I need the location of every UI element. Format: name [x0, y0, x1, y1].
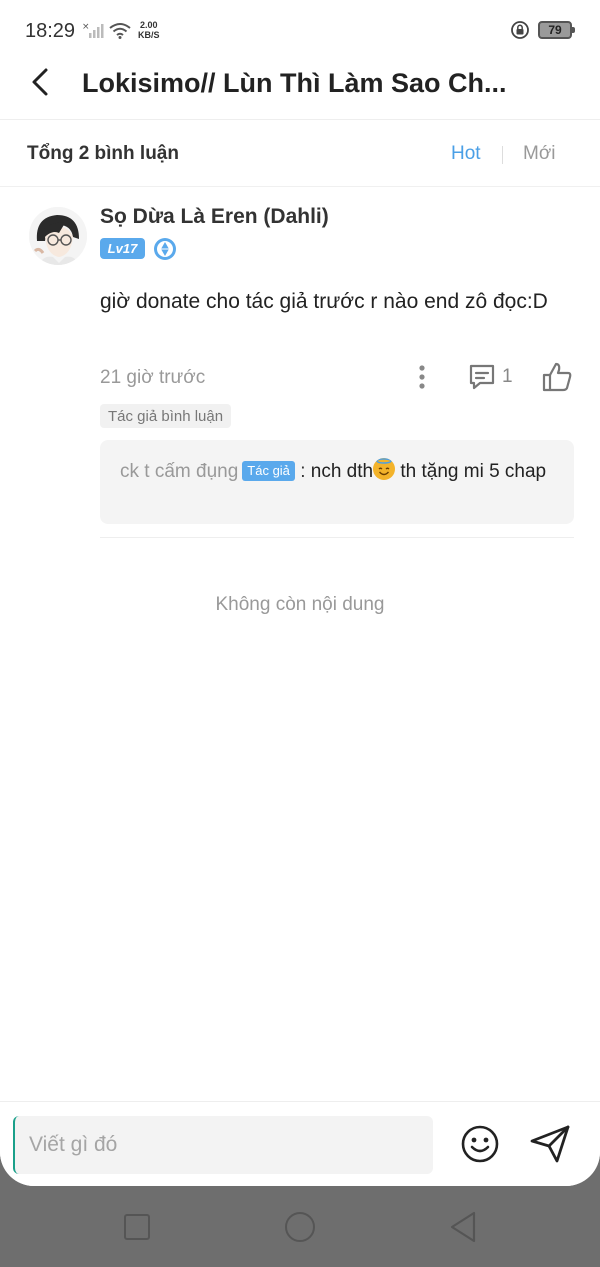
net-speed-value: 2.00	[139, 20, 158, 30]
avatar[interactable]	[29, 207, 87, 265]
reply-text-before: nch dth	[310, 461, 374, 482]
home-button[interactable]	[285, 1212, 315, 1242]
status-bar: 18:29 × 2.00 KB/S 79	[0, 0, 600, 58]
more-vertical-icon	[419, 365, 425, 389]
reply-username[interactable]: ck t cấm đụng	[120, 461, 238, 482]
svg-text:×: ×	[82, 22, 90, 32]
page-title: Lokisimo// Lùn Thì Làm Sao Ch...	[82, 68, 507, 98]
recents-button[interactable]	[124, 1214, 150, 1240]
app-screen: 18:29 × 2.00 KB/S 79 Lokisimo// Lùn Thì …	[0, 0, 600, 1186]
status-right: 79	[510, 20, 575, 40]
level-badge: Lv17	[100, 238, 145, 259]
send-icon[interactable]	[529, 1124, 571, 1164]
net-speed-unit: KB/S	[138, 30, 160, 40]
comment-summary: Tổng 2 bình luận Hot Mới	[0, 121, 600, 187]
comment-input[interactable]	[13, 1116, 433, 1174]
reply-preview[interactable]: ck t cấm đụng Tác giả : nch dth th tặng m…	[100, 440, 574, 524]
comment-input-bar	[0, 1101, 600, 1186]
comment-time: 21 giờ trước	[100, 367, 206, 388]
author-commented-tag: Tác giả bình luận	[100, 404, 232, 428]
reply-author-badge: Tác giả	[242, 461, 295, 481]
no-more-content: Không còn nội dung	[215, 594, 385, 615]
sort-divider	[502, 146, 503, 164]
comment-text: giờ donate cho tác giả trước r nào end z…	[100, 290, 548, 313]
rotation-lock-icon	[511, 21, 529, 39]
reply-button[interactable]: 1	[468, 363, 513, 391]
avatar-image	[29, 207, 87, 265]
nav-back-icon[interactable]	[448, 1210, 478, 1244]
chevron-left-icon	[32, 68, 48, 96]
wifi-icon	[109, 23, 131, 39]
medal-icon	[154, 238, 176, 260]
status-icons: × 2.00 KB/S	[82, 20, 160, 40]
more-options-button[interactable]	[408, 363, 436, 391]
reply-colon: :	[294, 461, 311, 482]
status-time: 18:29	[25, 20, 76, 42]
comment-icon	[469, 364, 495, 390]
emoji-icon[interactable]	[460, 1124, 500, 1164]
comment-username[interactable]: Sọ Dừa Là Eren (Dahli)	[100, 205, 329, 229]
reply-count: 1	[502, 366, 513, 387]
total-comments: Tổng 2 bình luận	[27, 143, 179, 164]
reply-text-after: th tặng mi 5 chap	[395, 461, 547, 482]
sort-new-tab[interactable]: Mới	[523, 143, 556, 165]
back-button[interactable]	[22, 64, 58, 100]
battery-indicator: 79	[538, 21, 575, 39]
signal-off-icon: ×	[82, 22, 104, 38]
net-speed: 2.00 KB/S	[138, 20, 160, 40]
sort-hot-tab[interactable]: Hot	[451, 143, 481, 165]
system-nav-bar	[0, 1186, 600, 1267]
header: Lokisimo// Lùn Thì Làm Sao Ch...	[0, 58, 600, 120]
divider	[100, 537, 574, 538]
like-icon[interactable]	[541, 361, 573, 393]
angel-emoji-icon	[373, 458, 396, 480]
